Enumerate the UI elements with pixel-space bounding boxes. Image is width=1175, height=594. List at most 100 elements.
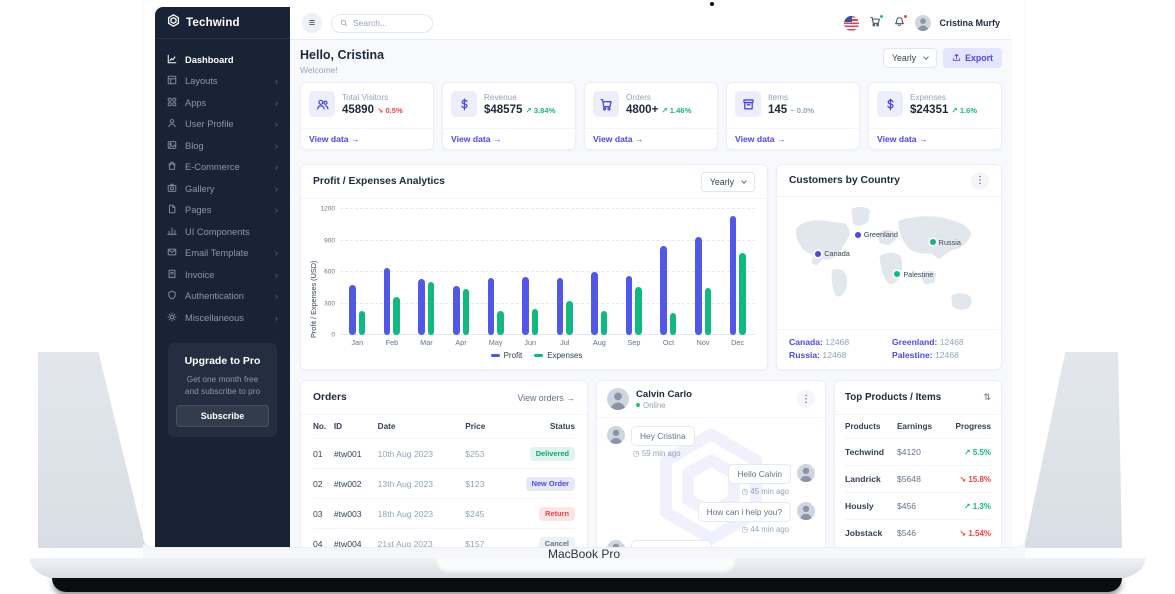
legend-item-profit[interactable]: Profit <box>491 351 523 360</box>
search-input[interactable] <box>353 18 424 28</box>
export-button[interactable]: Export <box>943 48 1002 68</box>
product-name: Landrick <box>845 466 897 493</box>
user-name[interactable]: Cristina Murfy <box>939 18 1000 28</box>
bar-profit <box>626 276 633 335</box>
sidebar-item-gallery[interactable]: Gallery› <box>155 178 290 200</box>
bar-expenses <box>497 311 504 335</box>
marker-label: Canada <box>824 249 850 258</box>
stat-value-row: 45890↘ 0.5% <box>342 104 403 116</box>
country-stat-canada: Canada: 12468 <box>789 337 886 347</box>
analytics-card-header: Profit / Expenses Analytics Yearly <box>301 165 767 199</box>
map-marker-canada: Canada <box>815 249 850 258</box>
sidebar-item-miscellaneous[interactable]: Miscellaneous› <box>155 307 290 329</box>
menu-toggle-icon[interactable]: ≡ <box>302 13 322 33</box>
order-date: 10th Aug 2023 <box>378 439 466 469</box>
dollar-icon <box>451 91 477 117</box>
sidebar-item-blog[interactable]: Blog› <box>155 135 290 157</box>
camera-icon <box>167 183 177 195</box>
products-title: Top Products / Items <box>845 392 941 403</box>
sidebar: Techwind DashboardLayouts›Apps›User Prof… <box>155 7 290 547</box>
table-row: Landrick$5648↘ 15.8% <box>845 466 991 493</box>
bar-profit <box>557 278 564 335</box>
legend-item-expenses[interactable]: Expenses <box>534 351 582 360</box>
sidebar-item-ui-components[interactable]: UI Components <box>155 221 290 243</box>
user-avatar[interactable] <box>915 15 931 31</box>
bar-profit <box>730 216 737 335</box>
product-name: Jobstack <box>845 520 897 547</box>
message-avatar <box>797 502 815 520</box>
sort-icon[interactable]: ⇅ <box>983 392 991 403</box>
stat-value-row: $24351↗ 1.6% <box>910 104 977 116</box>
page-content: Hello, Cristina Welcome! Yearly Export <box>290 40 1012 547</box>
view-data-link[interactable]: View data → <box>301 128 433 149</box>
brand[interactable]: Techwind <box>155 7 290 39</box>
sidebar-item-label: User Profile <box>185 119 234 129</box>
sidebar-item-email-template[interactable]: Email Template› <box>155 243 290 265</box>
period-select[interactable]: Yearly <box>883 48 937 68</box>
flag-canton <box>844 16 852 22</box>
x-tick-label: Mar <box>409 335 444 348</box>
x-axis-labels: JanFebMarAprMayJunJulAugSepOctNovDec <box>340 335 755 348</box>
product-name: Hously <box>845 493 897 520</box>
sidebar-item-user-profile[interactable]: User Profile› <box>155 114 290 136</box>
sidebar-item-label: Apps <box>185 98 206 108</box>
notification-badge <box>903 14 908 19</box>
bar-expenses <box>359 311 366 335</box>
sidebar-item-layouts[interactable]: Layouts› <box>155 71 290 93</box>
country-name: Canada: <box>789 337 823 347</box>
product-progress: ↘ 15.8% <box>944 466 991 493</box>
bar-profit <box>591 272 598 335</box>
view-data-link[interactable]: View data → <box>443 128 575 149</box>
sidebar-item-e-commerce[interactable]: E-Commerce› <box>155 157 290 179</box>
sidebar-item-authentication[interactable]: Authentication› <box>155 286 290 308</box>
customers-card-header: Customers by Country ⋮ <box>777 165 1001 197</box>
more-options-icon[interactable]: ⋮ <box>971 172 989 190</box>
chart-period-select[interactable]: Yearly <box>701 172 755 192</box>
view-data-link[interactable]: View data → <box>869 128 1001 149</box>
header-actions: Yearly Export <box>883 48 1002 68</box>
order-status: Cancel <box>497 529 575 548</box>
y-axis-label: Profit / Expenses (USD) <box>309 209 318 363</box>
order-date: 18th Aug 2023 <box>378 499 466 529</box>
products-col-progress: Progress <box>944 415 991 439</box>
view-data-link[interactable]: View data → <box>585 128 717 149</box>
bar-group-jan <box>340 209 375 335</box>
sidebar-item-invoice[interactable]: Invoice› <box>155 264 290 286</box>
bar-expenses <box>566 301 573 335</box>
stat-label: Expenses <box>910 93 977 102</box>
orders-col-status: Status <box>497 415 575 439</box>
marker-dot-icon <box>930 239 936 245</box>
stat-card-text: Revenue$48575↗ 3.84% <box>484 93 555 116</box>
stat-label: Orders <box>626 93 691 102</box>
subscribe-button[interactable]: Subscribe <box>176 405 269 427</box>
middle-row: Profit / Expenses Analytics Yearly Profi… <box>300 164 1002 370</box>
sidebar-item-apps[interactable]: Apps› <box>155 92 290 114</box>
marker-dot-icon <box>855 232 861 238</box>
page-header: Hello, Cristina Welcome! Yearly Export <box>300 48 1002 75</box>
online-dot-icon <box>636 403 640 407</box>
bar-group-apr <box>444 209 479 335</box>
bottom-row: Orders View orders → No.IDDatePriceStatu… <box>300 380 1002 547</box>
products-table: ProductsEarningsProgressTechwind$4120↗ 5… <box>835 415 1001 546</box>
language-flag-icon[interactable] <box>844 16 859 31</box>
chat-options-icon[interactable]: ⋮ <box>797 390 815 408</box>
bar-profit <box>488 278 495 335</box>
map-marker-greenland: Greenland <box>855 230 898 239</box>
chevron-down-icon <box>923 54 929 60</box>
notifications-button[interactable] <box>891 15 907 31</box>
product-earnings: $546 <box>897 520 944 547</box>
table-row: Hously$456↗ 1.3% <box>845 493 991 520</box>
cart-button[interactable] <box>867 15 883 31</box>
macbook-mockup: MacBook Pro Techwind DashboardLayouts›Ap… <box>0 0 1175 594</box>
order-date: 13th Aug 2023 <box>378 469 466 499</box>
chart-period-value: Yearly <box>710 177 734 187</box>
stat-value-row: $48575↗ 3.84% <box>484 104 555 116</box>
view-orders-link[interactable]: View orders → <box>517 393 575 403</box>
country-stat-greenland: Greenland: 12468 <box>892 337 989 347</box>
sidebar-item-pages[interactable]: Pages› <box>155 200 290 222</box>
sidebar-item-label: Invoice <box>185 270 214 280</box>
cart-icon <box>593 91 619 117</box>
view-data-link[interactable]: View data → <box>727 128 859 149</box>
stat-change: ↗ 3.84% <box>525 106 555 115</box>
sidebar-item-dashboard[interactable]: Dashboard <box>155 49 290 71</box>
